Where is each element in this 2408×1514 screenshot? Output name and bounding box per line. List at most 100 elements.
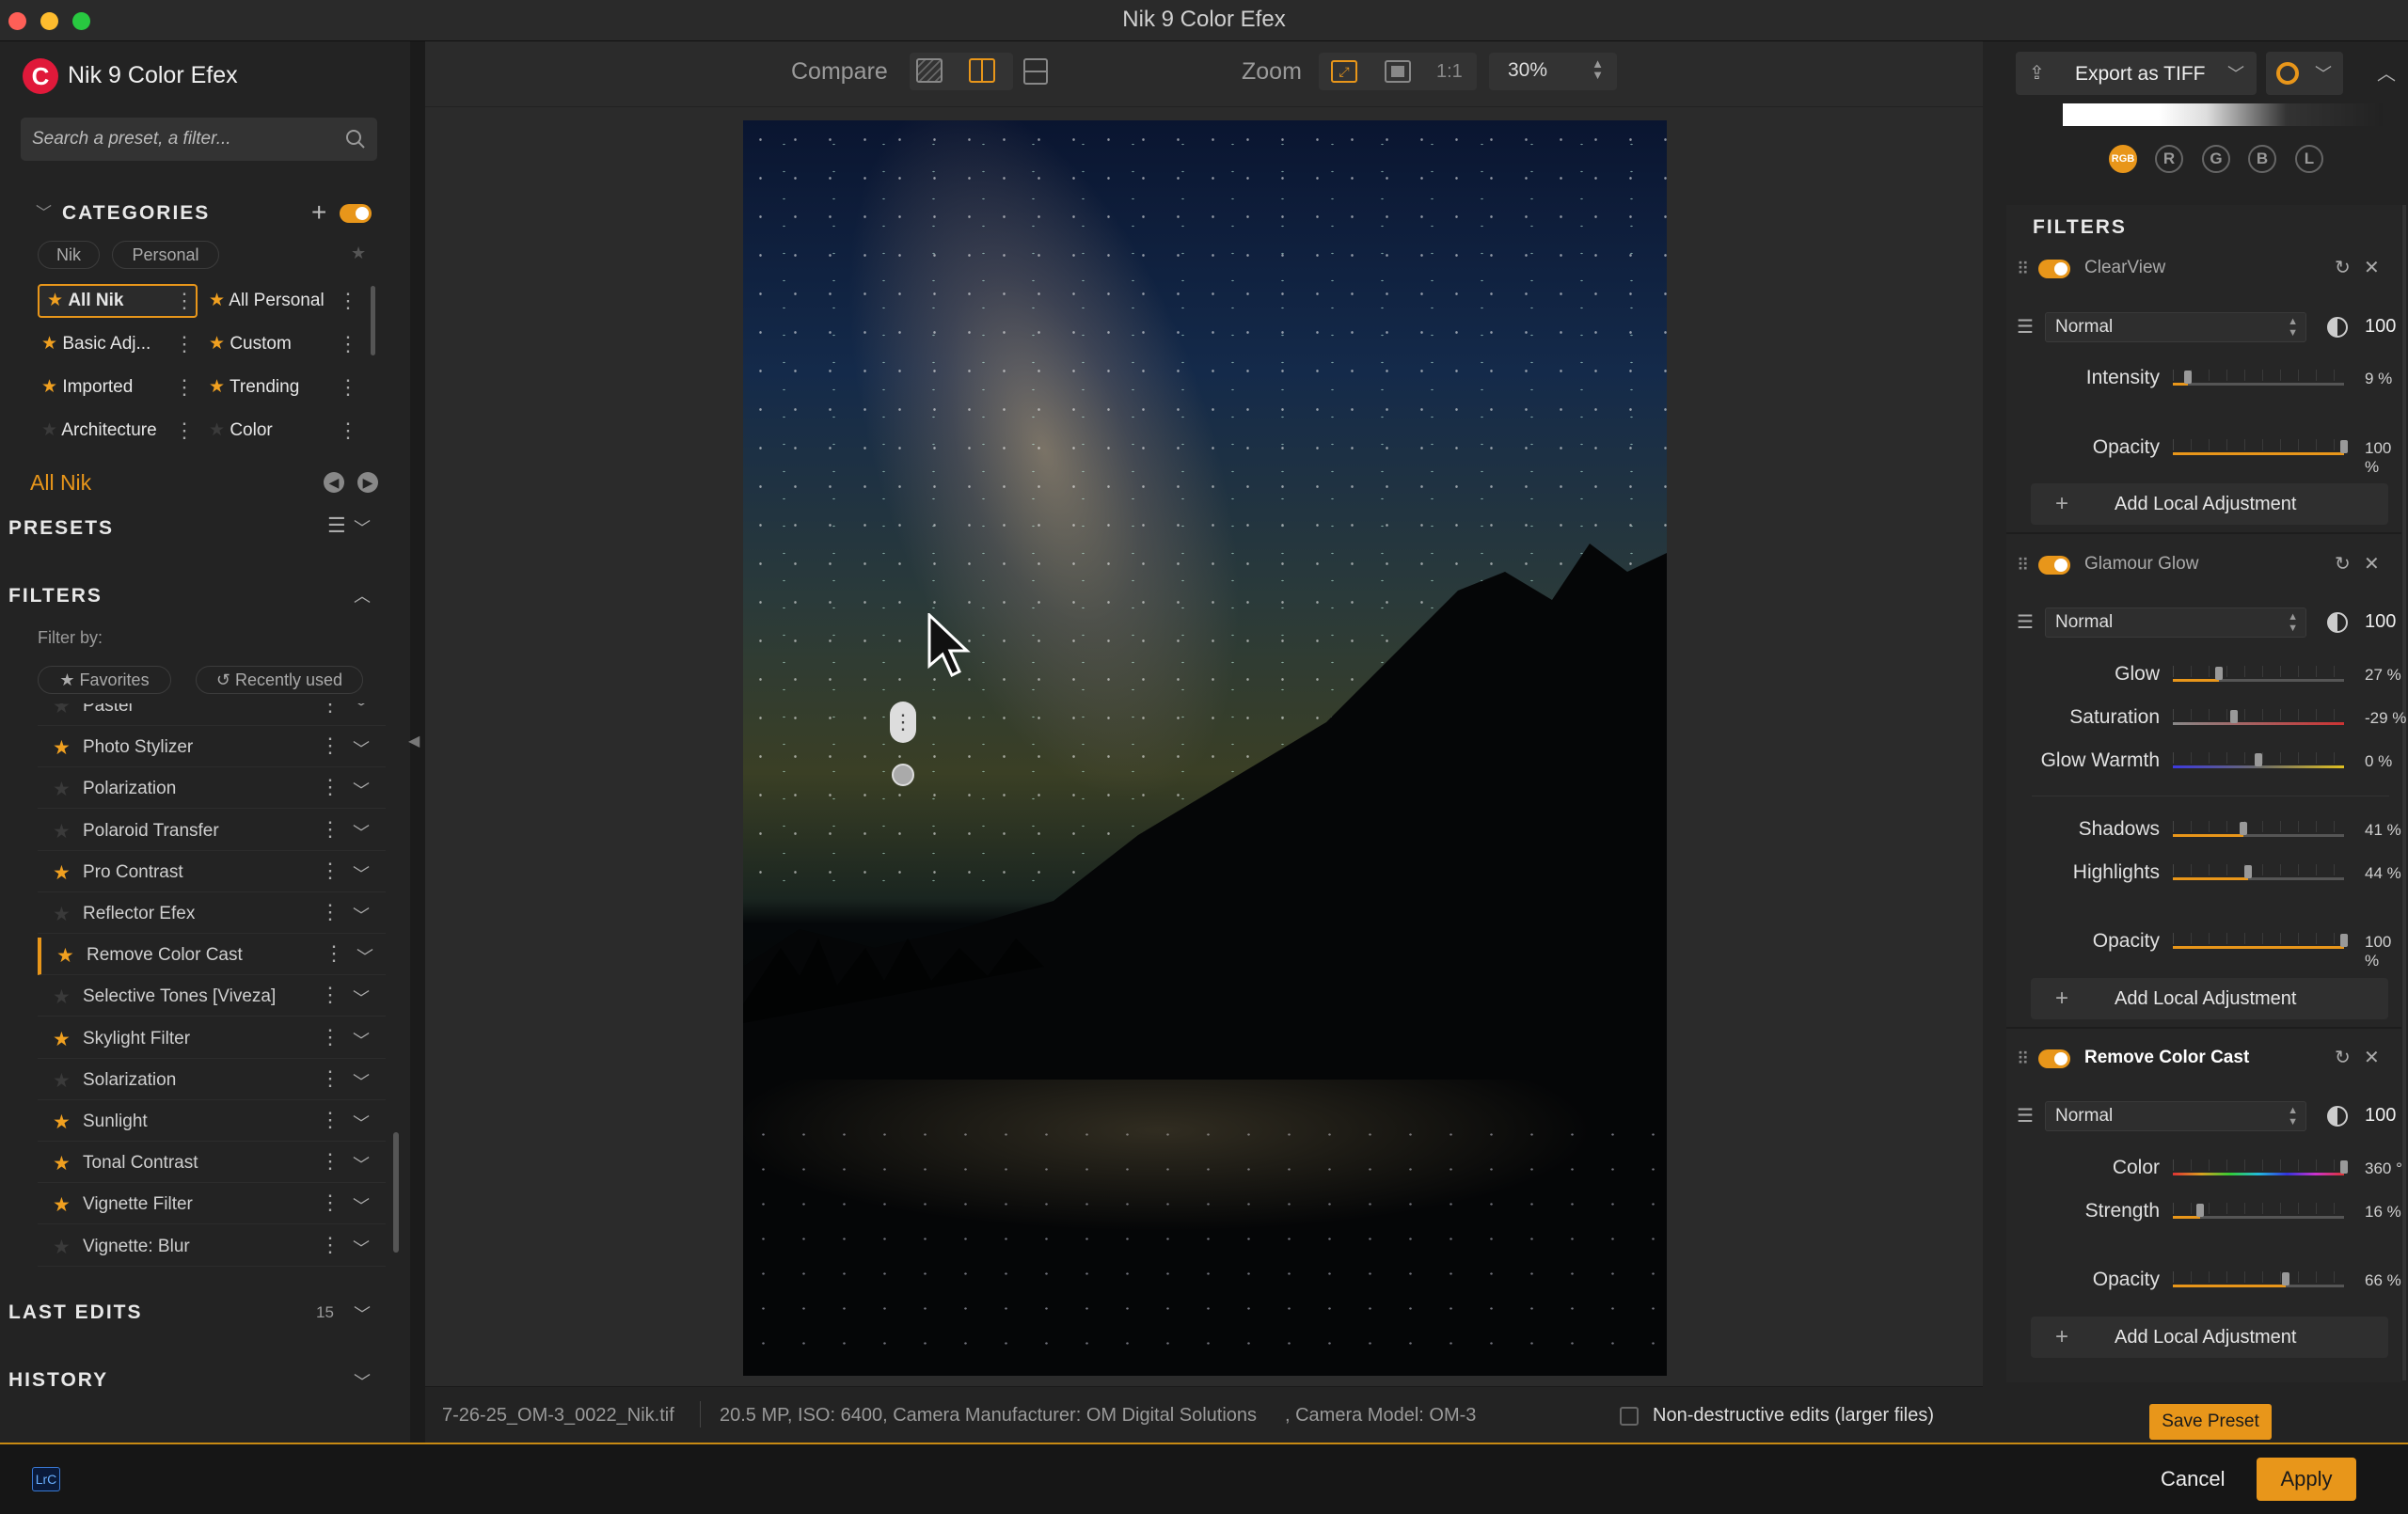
add-local-adjustment-button[interactable]: + Add Local Adjustment [2031, 483, 2388, 525]
control-point-icon[interactable] [892, 764, 914, 786]
search-icon[interactable] [345, 129, 366, 150]
blend-mode-select[interactable]: Normal ▲ ▼ [2045, 312, 2306, 342]
drag-handle-icon[interactable]: ⠿ [2017, 260, 2029, 279]
chevron-down-icon[interactable]: ﹀ [353, 736, 370, 761]
slider-track[interactable] [2173, 1173, 2344, 1175]
filter-list-item[interactable]: ★ Photo Stylizer ⋮ ﹀ [38, 730, 386, 768]
chevron-down-icon[interactable]: ﹀ [2227, 61, 2244, 86]
chevron-down-icon[interactable]: ﹀ [2315, 61, 2332, 86]
back-arrow-icon[interactable]: ◀ [324, 472, 344, 493]
fit-screen-icon[interactable]: ⤢ [1331, 60, 1357, 83]
close-icon[interactable]: ✕ [2364, 256, 2380, 279]
recently-used-filter-button[interactable]: ↺ Recently used [196, 666, 363, 694]
chevron-down-icon[interactable]: ﹀ [353, 1111, 370, 1135]
more-icon[interactable]: ⋮ [320, 703, 341, 717]
menu-icon[interactable]: ☰ [2017, 1104, 2034, 1128]
category-architecture[interactable]: ★ Architecture [41, 414, 157, 448]
favorites-filter-button[interactable]: ★ Favorites [38, 666, 171, 694]
category-all-personal[interactable]: ★ All Personal [209, 284, 325, 318]
more-icon[interactable]: ⋮ [320, 775, 341, 799]
category-imported[interactable]: ★ Imported [41, 371, 133, 404]
filter-list-item[interactable]: ★ Pastel ⋮ ﹀ [38, 703, 386, 726]
filter-title[interactable]: ClearView [2084, 258, 2165, 278]
star-icon[interactable]: ★ [53, 703, 71, 718]
export-button[interactable]: ⇪ Export as TIFF ﹀ [2016, 52, 2257, 95]
filter-list-item[interactable]: ★ Reflector Efex ⋮ ﹀ [38, 896, 386, 934]
slider-knob[interactable] [2340, 1160, 2348, 1174]
filter-list-item[interactable]: ★ Tonal Contrast ⋮ ﹀ [38, 1145, 386, 1184]
drag-handle-icon[interactable]: ⠿ [2017, 1049, 2029, 1069]
star-icon[interactable]: ★ [56, 944, 74, 968]
opacity-icon[interactable] [2327, 317, 2348, 338]
star-icon[interactable]: ★ [53, 1193, 71, 1217]
reset-icon[interactable]: ↻ [2335, 552, 2351, 576]
blend-mode-select[interactable]: Normal ▲ ▼ [2045, 607, 2306, 638]
filter-enable-toggle[interactable] [2038, 260, 2070, 278]
slider-knob[interactable] [2340, 440, 2348, 453]
categories-scrollbar[interactable] [371, 286, 375, 355]
favorite-filter-icon[interactable]: ★ [351, 244, 366, 263]
chevron-down-icon[interactable]: ﹀ [353, 861, 370, 886]
filter-list-scrollbar[interactable] [393, 1132, 399, 1253]
more-icon[interactable]: ⋮ [320, 900, 341, 924]
filter-list-item[interactable]: ★ Sunlight ⋮ ﹀ [38, 1104, 386, 1142]
blend-mode-select[interactable]: Normal ▲ ▼ [2045, 1101, 2306, 1131]
more-icon[interactable]: ⋮ [320, 1191, 341, 1215]
reset-icon[interactable]: ↻ [2335, 1046, 2351, 1069]
slider-knob[interactable] [2282, 1272, 2289, 1285]
categories-toggle[interactable] [340, 204, 372, 223]
list-view-icon[interactable]: ☰ [327, 513, 346, 538]
star-icon[interactable]: ★ [53, 820, 71, 844]
chevron-down-icon[interactable]: ﹀ [353, 703, 370, 719]
slider-knob[interactable] [2240, 822, 2247, 835]
blue-channel-button[interactable]: B [2248, 145, 2276, 173]
forward-arrow-icon[interactable]: ▶ [357, 472, 378, 493]
more-icon[interactable]: ⋮ [320, 817, 341, 842]
collapse-panel-icon[interactable]: ︿ [2377, 58, 2396, 86]
filter-list-item[interactable]: ★ Vignette: Blur ⋮ ﹀ [38, 1229, 386, 1267]
slider-track[interactable] [2173, 383, 2344, 386]
photo-preview[interactable] [743, 120, 1667, 1376]
more-icon[interactable]: ⋮ [320, 859, 341, 883]
save-preset-button[interactable]: Save Preset [2149, 1404, 2272, 1440]
opacity-icon[interactable] [2327, 612, 2348, 633]
filter-list-item[interactable]: ★ Selective Tones [Viveza] ⋮ ﹀ [38, 979, 386, 1017]
close-icon[interactable]: ✕ [2364, 552, 2380, 576]
more-icon[interactable]: ⋮ [174, 371, 195, 404]
chevron-down-icon[interactable]: ﹀ [353, 1236, 370, 1260]
search-input[interactable]: Search a preset, a filter... [32, 129, 231, 150]
control-point-handle[interactable]: ⋮ [890, 702, 916, 743]
star-icon[interactable]: ★ [53, 861, 71, 885]
more-icon[interactable]: ⋮ [338, 414, 358, 448]
more-icon[interactable]: ⋮ [338, 284, 358, 318]
star-icon[interactable]: ★ [53, 736, 71, 760]
close-icon[interactable]: ✕ [2364, 1046, 2380, 1069]
slider-knob[interactable] [2244, 865, 2252, 878]
chevron-down-icon[interactable]: ﹀ [353, 903, 370, 927]
compare-off-icon[interactable] [916, 58, 943, 83]
more-icon[interactable]: ⋮ [320, 1149, 341, 1174]
more-icon[interactable]: ⋮ [320, 1108, 341, 1132]
slider-knob[interactable] [2340, 934, 2348, 947]
search-box[interactable]: Search a preset, a filter... [21, 118, 377, 161]
chevron-down-icon[interactable]: ﹀ [353, 1152, 370, 1176]
chevron-down-icon[interactable]: ﹀ [353, 820, 370, 844]
filter-enable-toggle[interactable] [2038, 1049, 2070, 1068]
chevron-down-icon[interactable]: ﹀ [353, 778, 370, 802]
filter-enable-toggle[interactable] [2038, 556, 2070, 575]
menu-icon[interactable]: ☰ [2017, 315, 2034, 339]
filter-title[interactable]: Glamour Glow [2084, 554, 2198, 575]
slider-knob[interactable] [2230, 710, 2238, 723]
star-icon[interactable]: ★ [53, 986, 71, 1009]
filter-list-item[interactable]: ★ Polaroid Transfer ⋮ ﹀ [38, 813, 386, 851]
add-local-adjustment-button[interactable]: + Add Local Adjustment [2031, 1317, 2388, 1358]
tab-nik[interactable]: Nik [38, 241, 100, 269]
zoom-select[interactable]: 30% ▲ ▼ [1489, 53, 1617, 90]
filter-list-item[interactable]: ★ Vignette Filter ⋮ ﹀ [38, 1187, 386, 1225]
star-icon[interactable]: ★ [53, 1111, 71, 1134]
filter-list-item[interactable]: ★ Solarization ⋮ ﹀ [38, 1063, 386, 1100]
luminance-channel-button[interactable]: L [2295, 145, 2323, 173]
star-icon[interactable]: ★ [53, 1028, 71, 1051]
slider-track[interactable] [2173, 722, 2344, 725]
zoom-one-to-one-button[interactable]: 1:1 [1436, 61, 1463, 83]
